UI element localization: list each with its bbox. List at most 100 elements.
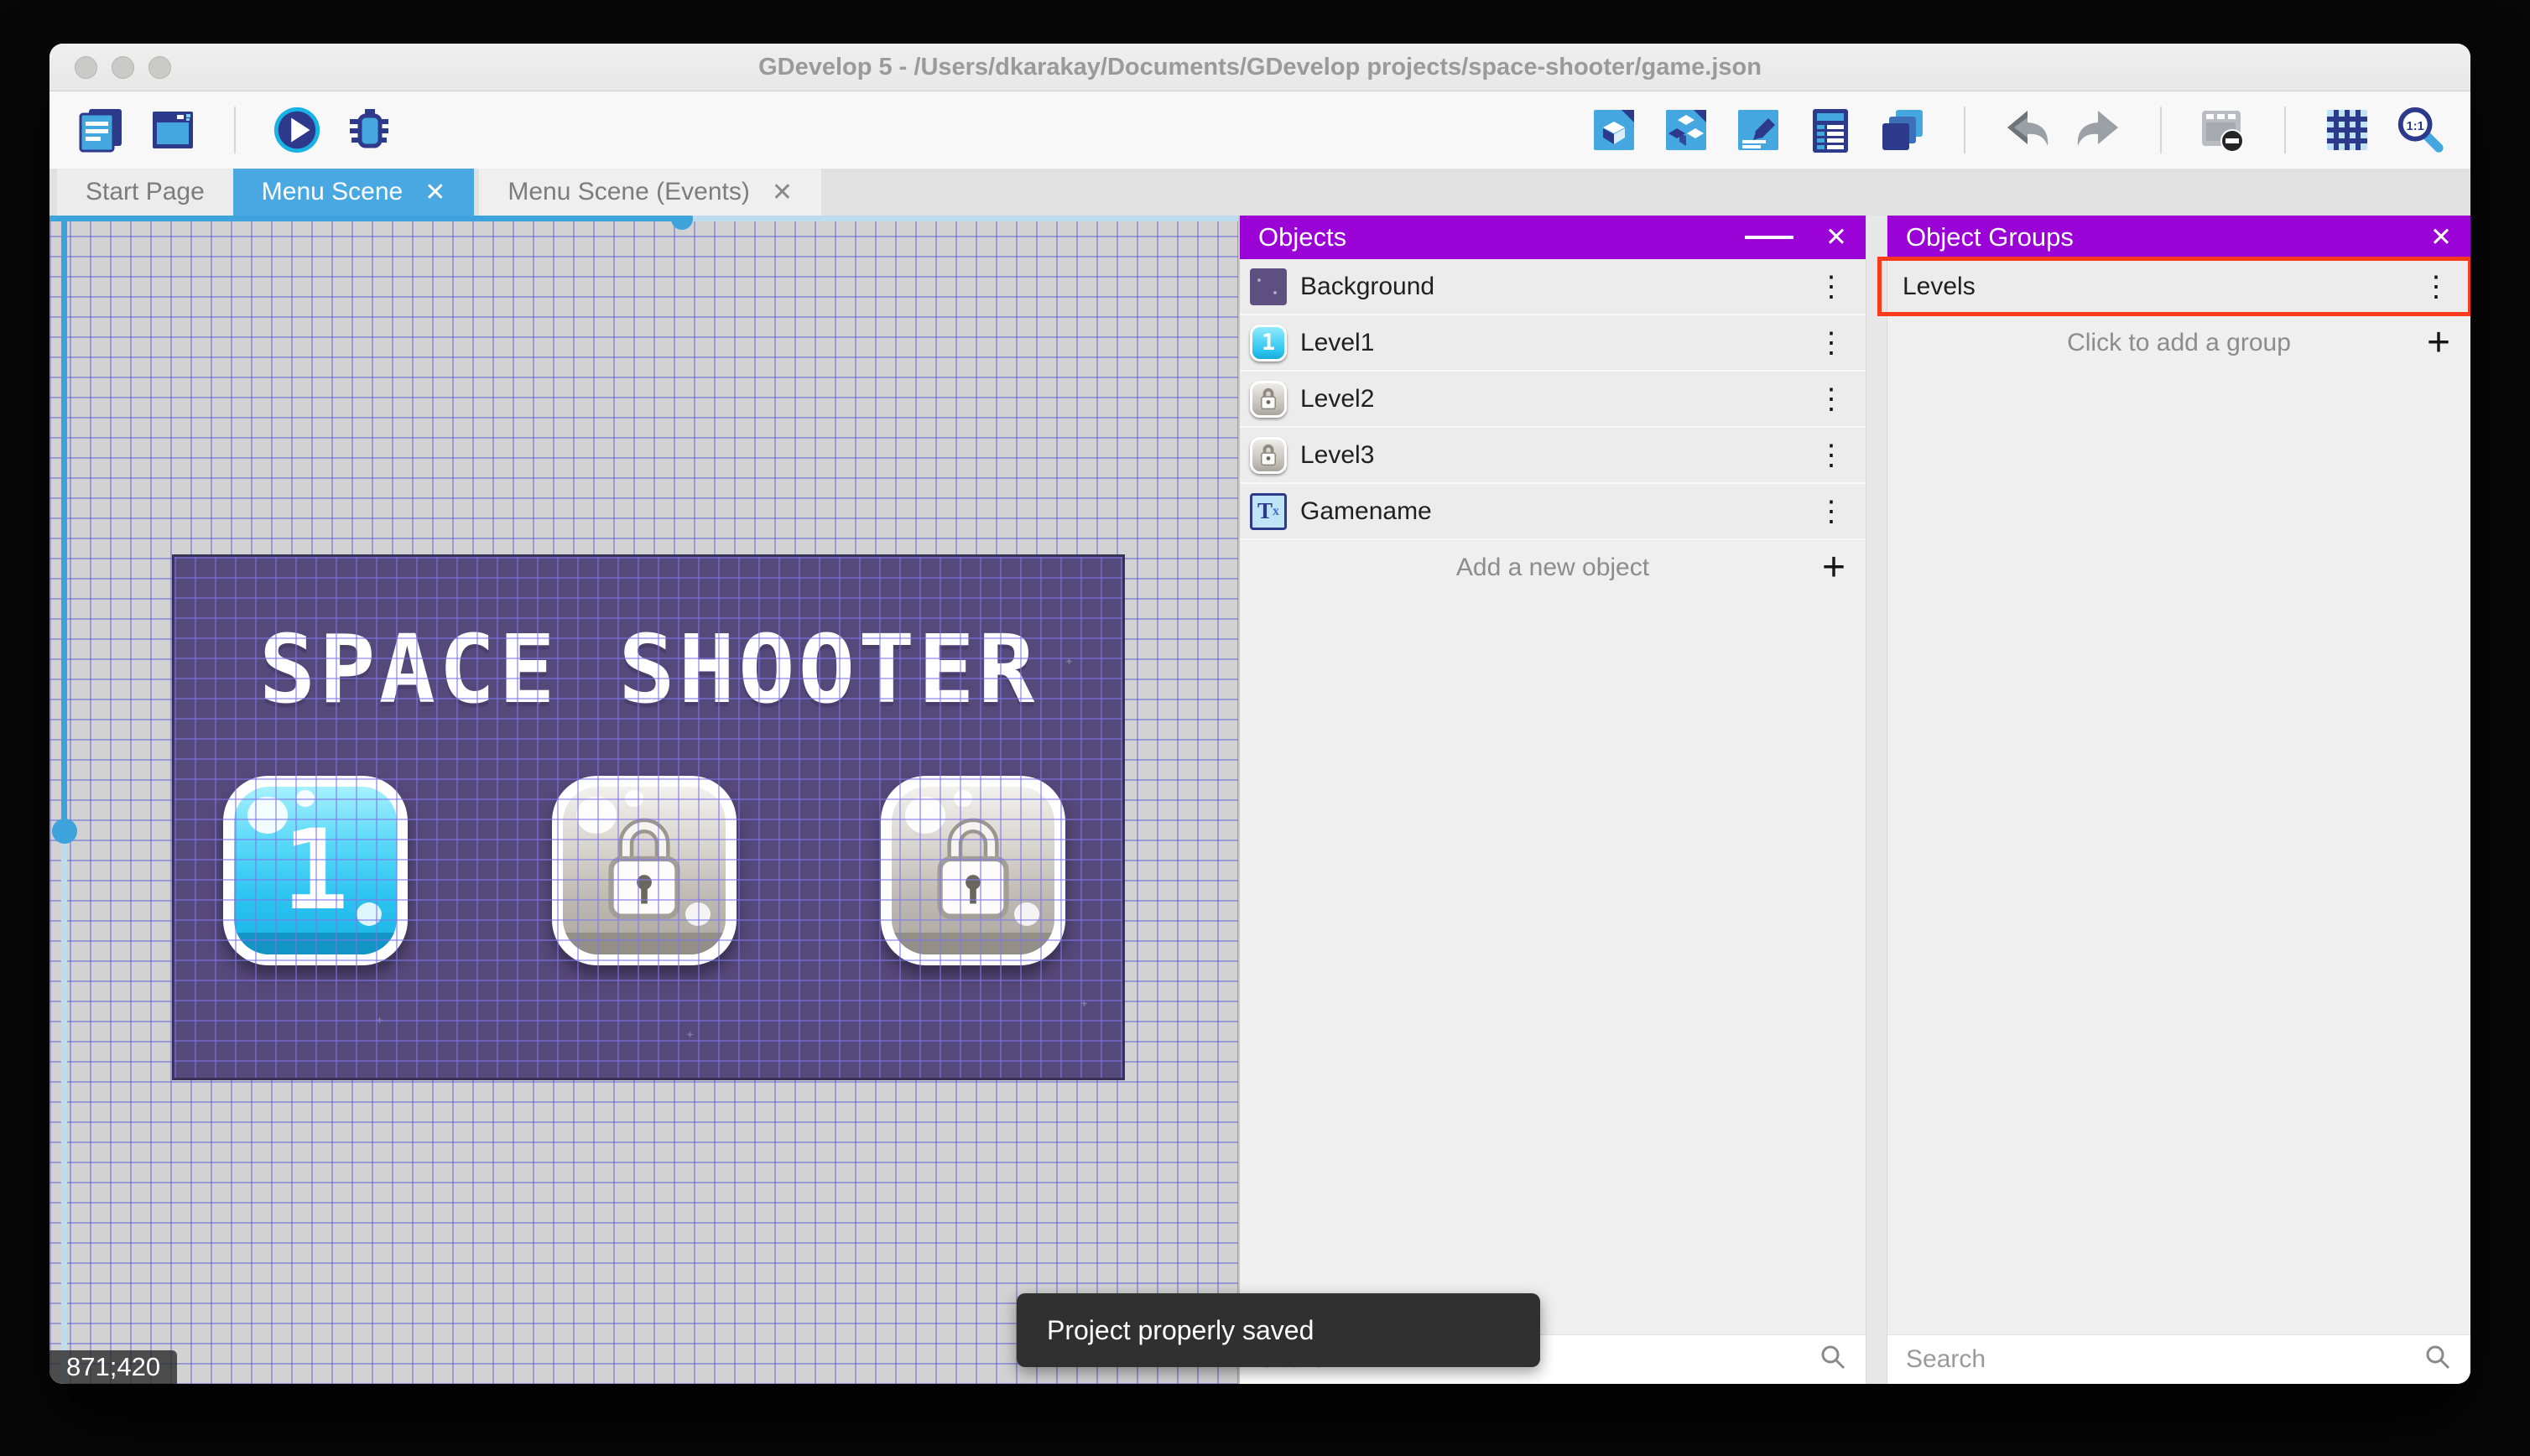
object-groups-panel-header: Object Groups ✕: [1887, 216, 2470, 259]
editor-tab-bar: Start Page Menu Scene ✕ Menu Scene (Even…: [49, 169, 2470, 216]
object-name: Background: [1300, 272, 1435, 300]
instances-list-icon[interactable]: [1804, 104, 1856, 156]
plus-icon: +: [1821, 544, 1845, 590]
panel-divider[interactable]: [1866, 216, 1887, 1384]
tab-menu-scene[interactable]: Menu Scene ✕: [232, 169, 475, 216]
object-name: Gamename: [1300, 497, 1432, 525]
plus-icon: +: [2426, 320, 2450, 365]
toolbar-right-group: 1:1: [1588, 104, 2445, 156]
render-options-icon[interactable]: [2197, 104, 2249, 156]
object-groups-panel-icon[interactable]: [1660, 104, 1712, 156]
object-menu-icon[interactable]: ⋮: [1817, 495, 1866, 528]
window-controls: [75, 44, 171, 91]
object-name: Level2: [1300, 384, 1375, 413]
level1-number: 1: [282, 806, 349, 935]
object-name: Level3: [1300, 440, 1375, 469]
close-panel-icon[interactable]: ✕: [1825, 222, 1847, 252]
group-menu-icon[interactable]: ⋮: [2422, 270, 2470, 304]
properties-panel-icon[interactable]: [1732, 104, 1784, 156]
lock-icon: [563, 787, 726, 954]
menu-scene-preview: SPACE SHOOTER 1: [172, 554, 1125, 1080]
add-new-object-label: Add a new object: [1455, 553, 1650, 581]
toolbar-divider: [2284, 107, 2286, 153]
level3-locked-button-sprite: [881, 776, 1065, 965]
add-group-button[interactable]: Click to add a group +: [1887, 315, 2470, 370]
redo-icon[interactable]: [2073, 104, 2125, 156]
object-groups-list: Levels ⋮ Click to add a group +: [1877, 257, 2470, 1334]
vertical-scrollbar[interactable]: [52, 216, 77, 1384]
tab-label: Menu Scene (Events): [508, 178, 750, 205]
toast-message: Project properly saved: [1047, 1314, 1314, 1345]
horizontal-scrollbar-thumb[interactable]: [671, 216, 693, 230]
search-icon: [1819, 1344, 1847, 1376]
toolbar-divider: [234, 107, 236, 153]
text-object-thumbnail: Tx: [1250, 492, 1287, 530]
close-window-button[interactable]: [75, 55, 97, 79]
objects-list: Background ⋮ 1 Level1 ⋮ Level2 ⋮ Level3 …: [1240, 259, 1866, 1334]
objects-panel-title: Objects: [1258, 222, 1347, 252]
scene-window-icon[interactable]: [147, 104, 199, 156]
object-menu-icon[interactable]: ⋮: [1817, 382, 1866, 416]
zoom-window-button[interactable]: [148, 55, 171, 79]
title-bar: GDevelop 5 - /Users/dkarakay/Documents/G…: [49, 44, 2470, 91]
tab-menu-scene-events[interactable]: Menu Scene (Events) ✕: [479, 169, 821, 216]
search-icon: [2423, 1344, 2452, 1376]
tab-start-page[interactable]: Start Page: [57, 169, 233, 216]
close-tab-icon[interactable]: ✕: [424, 178, 445, 207]
debug-icon[interactable]: [343, 104, 395, 156]
save-toast: Project properly saved: [1017, 1293, 1540, 1367]
background-thumbnail: [1250, 268, 1287, 305]
vertical-scrollbar-thumb[interactable]: [52, 819, 77, 844]
main-content: SPACE SHOOTER 1 871;420 Objects ✕ Backgr…: [49, 216, 2470, 1384]
horizontal-scrollbar[interactable]: [49, 216, 1238, 230]
play-icon[interactable]: [271, 104, 323, 156]
groups-search-bar: [1887, 1334, 2470, 1384]
close-tab-icon[interactable]: ✕: [772, 178, 793, 207]
objects-panel-header: Objects ✕: [1240, 216, 1866, 259]
object-menu-icon[interactable]: ⋮: [1817, 270, 1866, 304]
group-name: Levels: [1903, 272, 1976, 300]
lock-icon: [892, 787, 1054, 954]
close-panel-icon[interactable]: ✕: [2430, 222, 2452, 252]
object-row-level1[interactable]: 1 Level1 ⋮: [1240, 315, 1866, 372]
project-manager-icon[interactable]: [75, 104, 127, 156]
add-new-object-button[interactable]: Add a new object +: [1240, 540, 1866, 595]
locked-button-thumbnail: [1250, 436, 1287, 474]
object-row-level2[interactable]: Level2 ⋮: [1240, 372, 1866, 428]
minimize-window-button[interactable]: [112, 55, 134, 79]
horizontal-scrollbar-fill: [49, 216, 682, 221]
object-menu-icon[interactable]: ⋮: [1817, 326, 1866, 360]
locked-button-thumbnail: [1250, 380, 1287, 418]
scene-editor-canvas[interactable]: SPACE SHOOTER 1 871;420: [49, 216, 1240, 1384]
level1-button-sprite: 1: [223, 776, 408, 965]
object-row-level3[interactable]: Level3 ⋮: [1240, 428, 1866, 484]
layers-panel-icon[interactable]: [1877, 104, 1929, 156]
level2-locked-button-sprite: [552, 776, 737, 965]
undo-icon[interactable]: [2001, 104, 2053, 156]
objects-panel: Objects ✕ Background ⋮ 1 Level1 ⋮ Level2…: [1240, 216, 1866, 1384]
zoom-1-1-icon[interactable]: 1:1: [2393, 104, 2445, 156]
vertical-scrollbar-fill: [61, 216, 67, 831]
window-title: GDevelop 5 - /Users/dkarakay/Documents/G…: [758, 53, 1762, 81]
object-menu-icon[interactable]: ⋮: [1817, 439, 1866, 472]
object-groups-panel: Object Groups ✕ Levels ⋮ Click to add a …: [1877, 216, 2470, 1384]
svg-text:1:1: 1:1: [2407, 120, 2424, 133]
object-groups-panel-title: Object Groups: [1906, 222, 2074, 252]
groups-search-input[interactable]: [1887, 1344, 2423, 1375]
tab-label: Start Page: [86, 178, 205, 205]
cursor-coordinates: 871;420: [49, 1350, 178, 1384]
group-row-levels[interactable]: Levels ⋮: [1877, 257, 2470, 316]
tab-label: Menu Scene: [261, 178, 403, 205]
object-row-gamename[interactable]: Tx Gamename ⋮: [1240, 484, 1866, 540]
object-row-background[interactable]: Background ⋮: [1240, 259, 1866, 315]
game-title-text: SPACE SHOOTER: [258, 616, 1039, 725]
grid-icon[interactable]: [2321, 104, 2373, 156]
filter-icon[interactable]: [1745, 231, 1794, 243]
add-group-label: Click to add a group: [2067, 328, 2291, 356]
main-toolbar: 1:1: [49, 91, 2470, 169]
objects-panel-icon[interactable]: [1588, 104, 1640, 156]
gdevelop-window: GDevelop 5 - /Users/dkarakay/Documents/G…: [49, 44, 2470, 1384]
toolbar-left-group: [75, 104, 395, 156]
level1-button-thumbnail: 1: [1250, 324, 1287, 361]
toolbar-divider: [2160, 107, 2162, 153]
